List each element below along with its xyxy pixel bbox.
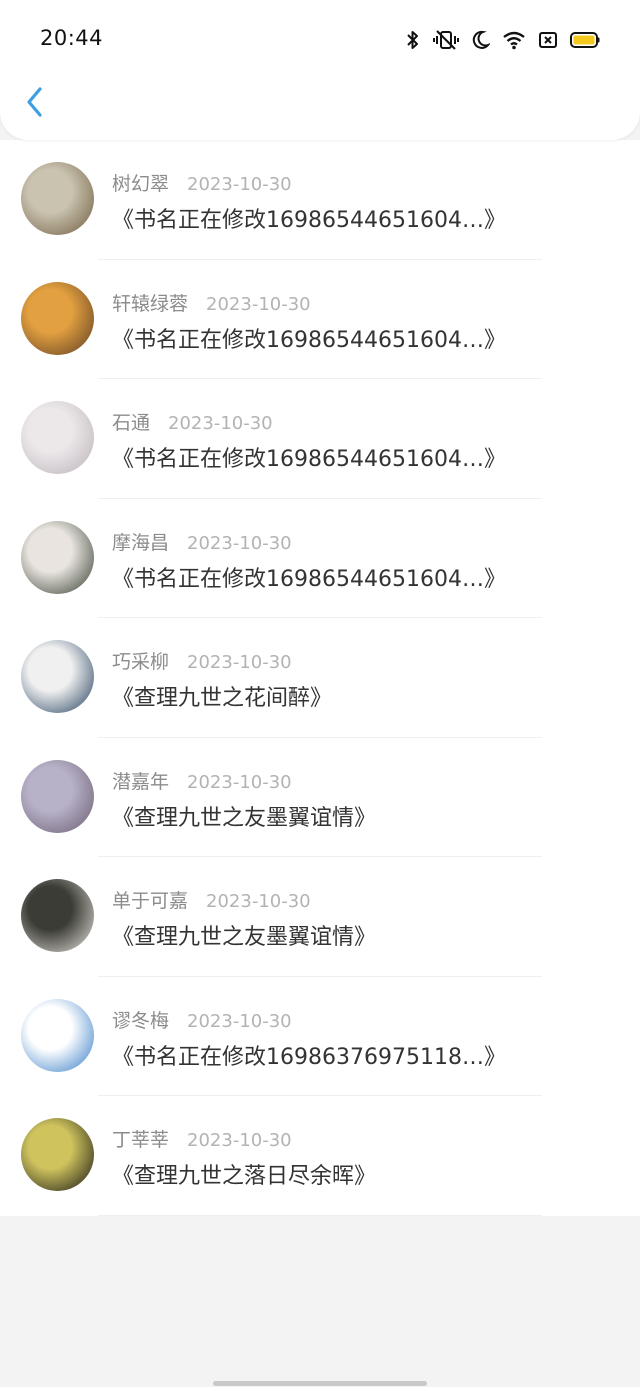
item-meta: 单于可嘉 2023-10-30 — [112, 886, 311, 913]
avatar[interactable] — [21, 998, 94, 1072]
date-label: 2023-10-30 — [206, 891, 311, 912]
book-title[interactable]: 《书名正在修改16986544651604…》 — [112, 441, 506, 473]
avatar[interactable] — [21, 281, 94, 355]
status-bar: 20:44 — [0, 18, 640, 62]
avatar[interactable] — [21, 759, 94, 833]
list-item[interactable]: 丁莘莘 2023-10-30 《查理九世之落日尽余晖》 — [0, 1096, 640, 1216]
avatar[interactable] — [21, 401, 94, 474]
battery-icon — [570, 31, 600, 49]
date-label: 2023-10-30 — [187, 1130, 292, 1151]
list-item[interactable]: 轩辕绿蓉 2023-10-30 《书名正在修改16986544651604…》 — [0, 260, 640, 379]
list-item[interactable]: 石通 2023-10-30 《书名正在修改16986544651604…》 — [0, 379, 640, 499]
book-title[interactable]: 《书名正在修改16986544651604…》 — [112, 202, 506, 234]
avatar[interactable] — [21, 1118, 94, 1191]
app-header: 20:44 — [0, 0, 640, 140]
list-item[interactable]: 巧采柳 2023-10-30 《查理九世之花间醉》 — [0, 618, 640, 738]
item-meta: 丁莘莘 2023-10-30 — [112, 1125, 292, 1152]
comment-list: 树幻翠 2023-10-30 《书名正在修改16986544651604…》 轩辕绿蓉… — [0, 140, 640, 1216]
avatar[interactable] — [21, 162, 94, 235]
bluetooth-icon — [406, 29, 420, 51]
item-meta: 摩海昌 2023-10-30 — [112, 528, 292, 555]
avatar[interactable] — [21, 879, 94, 952]
back-button[interactable] — [18, 82, 52, 126]
list-item[interactable]: 树幻翠 2023-10-30 《书名正在修改16986544651604…》 — [0, 140, 640, 260]
chevron-left-icon — [25, 86, 45, 122]
status-time: 20:44 — [40, 26, 104, 50]
book-title[interactable]: 《书名正在修改16986376975118…》 — [112, 1039, 506, 1071]
item-meta: 巧采柳 2023-10-30 — [112, 647, 292, 674]
list-item[interactable]: 潜嘉年 2023-10-30 《查理九世之友墨翼谊情》 — [0, 738, 640, 857]
date-label: 2023-10-30 — [187, 532, 292, 554]
date-label: 2023-10-30 — [168, 413, 273, 434]
divider — [98, 1214, 542, 1216]
item-meta: 树幻翠 2023-10-30 — [112, 169, 292, 196]
vibrate-off-icon — [432, 29, 460, 51]
user-name[interactable]: 摩海昌 — [112, 532, 169, 554]
book-title[interactable]: 《查理九世之友墨翼谊情》 — [112, 919, 376, 951]
wifi-icon — [502, 30, 526, 50]
item-meta: 谬冬梅 2023-10-30 — [112, 1006, 292, 1033]
list-item[interactable]: 单于可嘉 2023-10-30 《查理九世之友墨翼谊情》 — [0, 857, 640, 977]
user-name[interactable]: 石通 — [112, 412, 150, 434]
book-title[interactable]: 《书名正在修改16986544651604…》 — [112, 322, 506, 354]
date-label: 2023-10-30 — [187, 1010, 292, 1032]
status-icons — [406, 27, 600, 53]
page: 20:44 树幻翠 2023-10-30 《书名正在修改169865446516… — [0, 0, 640, 1387]
book-title[interactable]: 《书名正在修改16986544651604…》 — [112, 561, 506, 593]
user-name[interactable]: 丁莘莘 — [112, 1129, 169, 1151]
user-name[interactable]: 单于可嘉 — [112, 890, 188, 912]
moon-icon — [472, 30, 490, 50]
list-item[interactable]: 谬冬梅 2023-10-30 《书名正在修改16986376975118…》 — [0, 977, 640, 1096]
avatar[interactable] — [21, 640, 94, 713]
date-label: 2023-10-30 — [187, 652, 292, 673]
item-meta: 轩辕绿蓉 2023-10-30 — [112, 289, 311, 316]
book-title[interactable]: 《查理九世之落日尽余晖》 — [112, 1158, 376, 1190]
user-name[interactable]: 潜嘉年 — [112, 771, 169, 793]
list-item[interactable]: 摩海昌 2023-10-30 《书名正在修改16986544651604…》 — [0, 499, 640, 618]
date-label: 2023-10-30 — [187, 174, 292, 195]
user-name[interactable]: 巧采柳 — [112, 651, 169, 673]
home-indicator[interactable] — [213, 1381, 427, 1386]
item-meta: 潜嘉年 2023-10-30 — [112, 767, 292, 794]
sim-x-icon — [538, 30, 558, 50]
user-name[interactable]: 轩辕绿蓉 — [112, 293, 188, 315]
avatar[interactable] — [21, 520, 94, 594]
book-title[interactable]: 《查理九世之花间醉》 — [112, 680, 332, 712]
user-name[interactable]: 树幻翠 — [112, 173, 169, 195]
user-name[interactable]: 谬冬梅 — [112, 1010, 169, 1032]
date-label: 2023-10-30 — [206, 293, 311, 315]
item-meta: 石通 2023-10-30 — [112, 408, 273, 435]
date-label: 2023-10-30 — [187, 771, 292, 793]
book-title[interactable]: 《查理九世之友墨翼谊情》 — [112, 800, 376, 832]
